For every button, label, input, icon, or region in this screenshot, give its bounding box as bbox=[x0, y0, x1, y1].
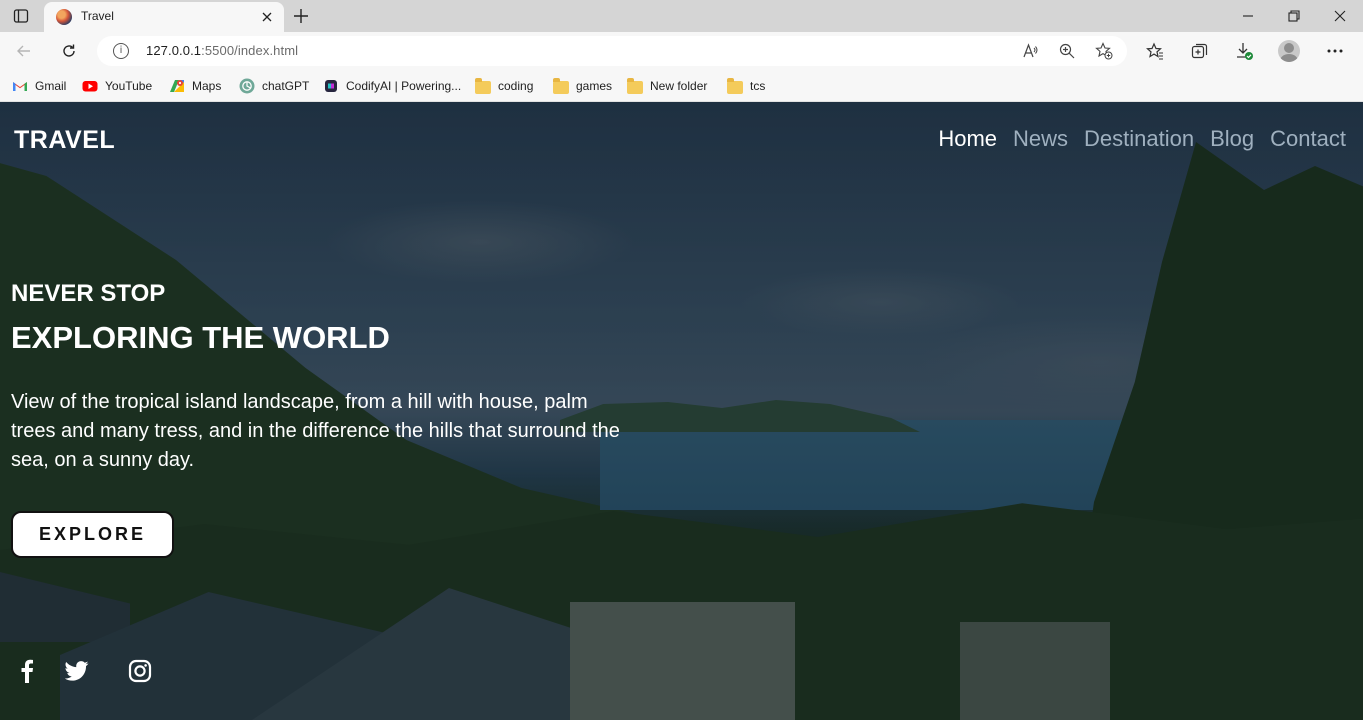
hero-kicker: NEVER STOP bbox=[11, 280, 166, 307]
site-info-icon[interactable]: i bbox=[113, 43, 129, 59]
nav-link-news[interactable]: News bbox=[1013, 126, 1068, 152]
bookmark-label: chatGPT bbox=[262, 79, 310, 93]
nav-link-blog[interactable]: Blog bbox=[1210, 126, 1254, 152]
bookmark-folder-new-folder[interactable]: New folder bbox=[627, 76, 707, 96]
url-text: 127.0.0.1:5500/index.html bbox=[146, 43, 298, 58]
bookmark-chatgpt[interactable]: chatGPT bbox=[239, 76, 309, 96]
profile-avatar[interactable] bbox=[1278, 40, 1300, 62]
refresh-button[interactable] bbox=[56, 39, 82, 63]
more-options-icon[interactable] bbox=[1323, 39, 1347, 63]
back-button[interactable] bbox=[11, 39, 37, 63]
nav-link-home[interactable]: Home bbox=[938, 126, 997, 152]
collections-icon[interactable] bbox=[1188, 39, 1212, 63]
bookmark-youtube[interactable]: YouTube bbox=[82, 76, 152, 96]
folder-icon bbox=[553, 77, 569, 94]
explore-button[interactable]: EXPLORE bbox=[11, 511, 174, 558]
site-logo[interactable]: TRAVEL bbox=[14, 126, 115, 155]
bookmark-label: tcs bbox=[750, 79, 766, 93]
bookmark-maps[interactable]: Maps bbox=[169, 76, 221, 96]
bookmark-label: games bbox=[576, 79, 613, 93]
hero-headline: EXPLORING THE WORLD bbox=[11, 320, 390, 355]
bookmark-gmail[interactable]: Gmail bbox=[12, 76, 66, 96]
url-path: :5500/index.html bbox=[201, 43, 299, 58]
folder-icon bbox=[475, 77, 491, 94]
bookmark-codifyai[interactable]: CodifyAI | Powering... bbox=[323, 76, 461, 96]
restore-button[interactable] bbox=[1271, 0, 1317, 32]
bookmark-label: Gmail bbox=[35, 79, 67, 93]
tab-actions-icon[interactable] bbox=[11, 7, 31, 25]
chatgpt-icon bbox=[239, 78, 255, 94]
bookmarks-bar: Gmail YouTube Maps chatGPT CodifyAI | Po… bbox=[0, 70, 1363, 102]
bookmark-label: New folder bbox=[650, 79, 708, 93]
bookmark-label: CodifyAI | Powering... bbox=[346, 79, 462, 93]
maps-icon bbox=[169, 78, 185, 94]
hero-section: TRAVEL Home News Destination Blog Contac… bbox=[0, 102, 1363, 720]
url-field[interactable]: i 127.0.0.1:5500/index.html bbox=[97, 36, 1127, 66]
address-bar-row: i 127.0.0.1:5500/index.html bbox=[0, 32, 1363, 70]
bookmark-label: coding bbox=[498, 79, 534, 93]
new-tab-button[interactable] bbox=[290, 6, 312, 26]
site-favicon-icon bbox=[56, 9, 72, 25]
tab-bar: Travel bbox=[0, 0, 1363, 32]
browser-tab[interactable]: Travel bbox=[44, 2, 284, 32]
nav-link-destination[interactable]: Destination bbox=[1084, 126, 1194, 152]
minimize-button[interactable] bbox=[1225, 0, 1271, 32]
bookmark-folder-games[interactable]: games bbox=[553, 76, 612, 96]
bookmark-label: Maps bbox=[192, 79, 222, 93]
url-host: 127.0.0.1 bbox=[146, 43, 202, 58]
twitter-icon[interactable] bbox=[64, 658, 90, 684]
read-aloud-icon[interactable] bbox=[1021, 41, 1041, 61]
codifyai-icon bbox=[323, 78, 339, 94]
main-nav: Home News Destination Blog Contact bbox=[938, 126, 1346, 152]
hero-description: View of the tropical island landscape, f… bbox=[11, 391, 620, 471]
instagram-icon[interactable] bbox=[127, 658, 153, 684]
bookmark-folder-tcs[interactable]: tcs bbox=[727, 76, 765, 96]
favorites-icon[interactable] bbox=[1143, 39, 1167, 63]
facebook-icon[interactable] bbox=[14, 658, 40, 684]
nav-link-contact[interactable]: Contact bbox=[1270, 126, 1346, 152]
folder-icon bbox=[627, 77, 643, 94]
zoom-icon[interactable] bbox=[1057, 41, 1077, 61]
add-favorite-icon[interactable] bbox=[1094, 41, 1114, 61]
downloads-icon[interactable] bbox=[1232, 39, 1256, 63]
youtube-icon bbox=[82, 78, 98, 94]
close-tab-icon[interactable] bbox=[258, 8, 276, 26]
close-window-button[interactable] bbox=[1317, 0, 1363, 32]
bookmark-label: YouTube bbox=[105, 79, 153, 93]
gmail-icon bbox=[12, 78, 28, 94]
folder-icon bbox=[727, 77, 743, 94]
tab-title: Travel bbox=[81, 9, 114, 23]
bookmark-folder-coding[interactable]: coding bbox=[475, 76, 533, 96]
